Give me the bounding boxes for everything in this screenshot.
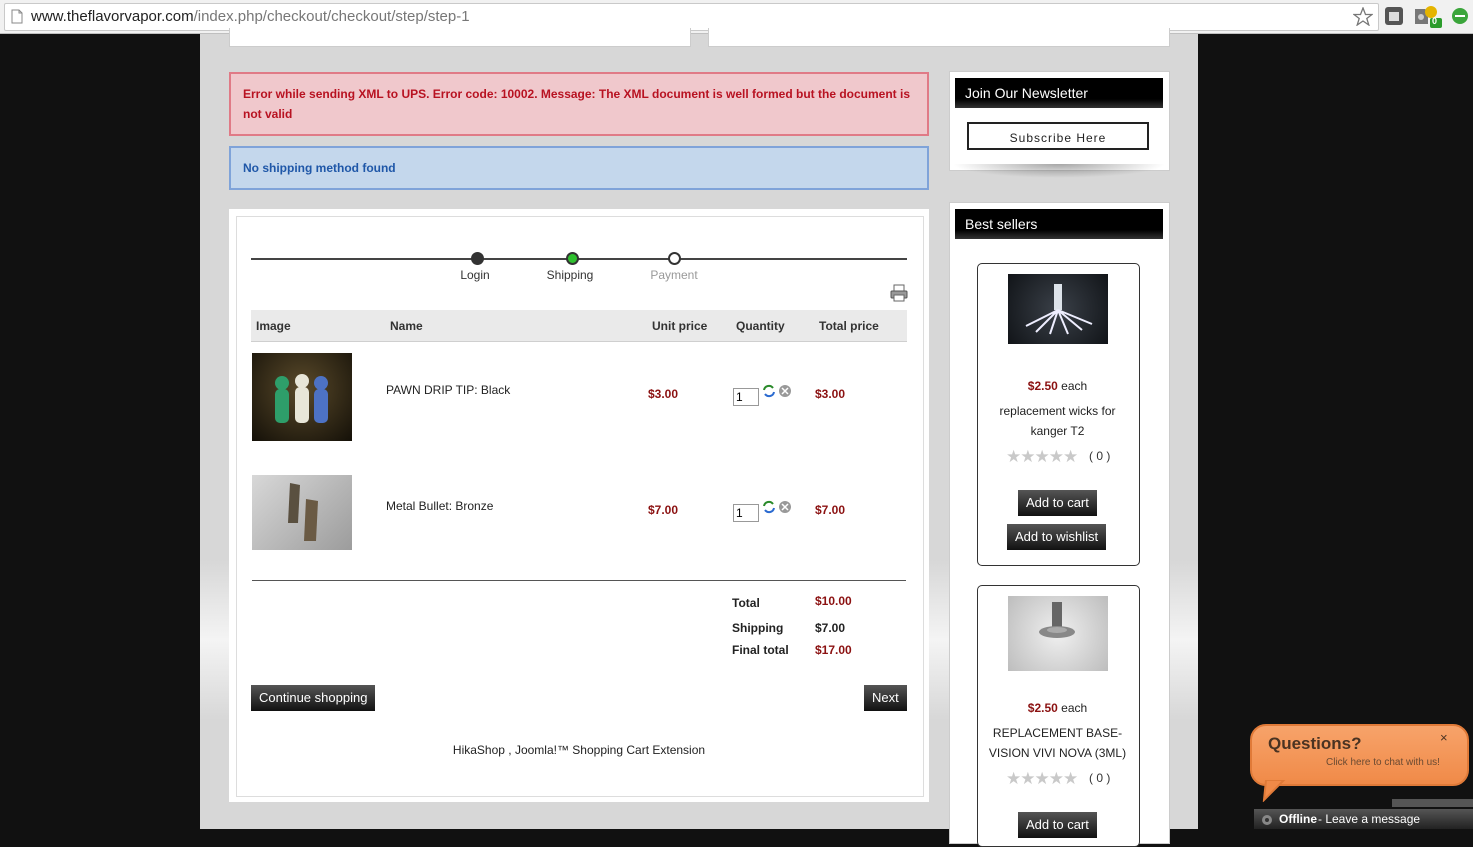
header-quantity: Quantity xyxy=(736,319,785,333)
bestseller-price: $2.50 xyxy=(1027,379,1058,393)
refresh-icon[interactable] xyxy=(762,384,776,398)
newsletter-shadow xyxy=(952,164,1166,178)
row1-unit-price: $3.00 xyxy=(648,387,679,401)
bestseller-price-line: $2.50 each xyxy=(977,376,1138,396)
row2-quantity-input[interactable] xyxy=(733,504,759,522)
final-total-value: $17.00 xyxy=(815,643,852,657)
chat-status-icon xyxy=(1262,815,1272,825)
rating-count: ( 0 ) xyxy=(1089,449,1111,463)
bestseller-image-base[interactable] xyxy=(1008,596,1108,671)
close-icon[interactable]: × xyxy=(1440,730,1448,745)
bestseller-price: $2.50 xyxy=(1027,701,1058,715)
chat-status-suffix: - Leave a message xyxy=(1318,812,1421,826)
chat-bubble[interactable]: Questions? Click here to chat with us! × xyxy=(1250,724,1469,786)
newsletter-title: Join Our Newsletter xyxy=(955,78,1163,108)
row1-name[interactable]: PAWN DRIP TIP: Black xyxy=(386,383,510,397)
offline-bar[interactable]: Offline - Leave a message xyxy=(1254,809,1473,829)
header-unit-price: Unit price xyxy=(652,319,708,333)
extension-badge: 0 xyxy=(1432,16,1438,26)
total-label: Total xyxy=(732,596,760,610)
rating-stars-icon: ★★★★★ xyxy=(1006,447,1078,466)
bestseller-name[interactable]: replacement wicks for kanger T2 xyxy=(987,401,1128,441)
green-circle-icon[interactable] xyxy=(1450,6,1470,26)
remove-icon[interactable] xyxy=(778,500,792,514)
top-left-panel xyxy=(229,28,691,47)
rating-count: ( 0 ) xyxy=(1089,771,1111,785)
totals-divider xyxy=(252,580,906,581)
final-total-label: Final total xyxy=(732,643,789,657)
product-image-bullet[interactable] xyxy=(252,475,352,550)
address-bar[interactable]: www.theflavorvapor.com/index.php/checkou… xyxy=(4,3,1379,31)
rating-stars-icon: ★★★★★ xyxy=(1006,769,1078,788)
header-image: Image xyxy=(256,319,291,333)
add-to-wishlist-button[interactable]: Add to wishlist xyxy=(1007,524,1107,550)
step-payment-dot xyxy=(668,252,681,265)
page-icon xyxy=(11,9,23,24)
header-total-price: Total price xyxy=(819,319,879,333)
refresh-icon[interactable] xyxy=(762,500,776,514)
step-shipping-label: Shipping xyxy=(546,268,594,282)
continue-shopping-button[interactable]: Continue shopping xyxy=(251,685,376,711)
step-shipping-dot xyxy=(566,252,579,265)
row1-total: $3.00 xyxy=(815,387,846,401)
row2-name[interactable]: Metal Bullet: Bronze xyxy=(386,499,493,513)
chat-strip xyxy=(1392,799,1473,807)
bestseller-price-line: $2.50 each xyxy=(977,698,1138,718)
chat-status: Offline xyxy=(1279,812,1317,826)
url-host: www.theflavorvapor.com xyxy=(31,8,194,25)
bestseller-each: each xyxy=(1061,701,1088,715)
step-login-label[interactable]: Login xyxy=(435,268,515,282)
bubble-tail-icon xyxy=(1262,780,1286,802)
extension-icon[interactable] xyxy=(1384,6,1404,26)
cart-table-header: Image Name Unit price Quantity Total pri… xyxy=(251,310,907,342)
row1-quantity-input[interactable] xyxy=(733,388,759,406)
shipping-value: $7.00 xyxy=(815,621,846,635)
row2-unit-price: $7.00 xyxy=(648,503,679,517)
step-login-dot xyxy=(471,252,484,265)
chat-subtitle: Click here to chat with us! xyxy=(1326,757,1440,768)
footer-credit[interactable]: HikaShop , Joomla!™ Shopping Cart Extens… xyxy=(251,743,907,757)
bestseller-image-wicks[interactable] xyxy=(1008,274,1108,344)
step-payment-label: Payment xyxy=(650,268,698,282)
shipping-label: Shipping xyxy=(732,621,784,635)
product-image-pawn[interactable] xyxy=(252,353,352,441)
bestseller-name[interactable]: REPLACEMENT BASE- VISION VIVI NOVA (3ML) xyxy=(987,723,1128,763)
url-text: www.theflavorvapor.com/index.php/checkou… xyxy=(31,7,470,27)
add-to-cart-button[interactable]: Add to cart xyxy=(1018,490,1097,516)
step-progress-line xyxy=(251,258,907,260)
header-name: Name xyxy=(390,319,423,333)
add-to-cart-button[interactable]: Add to cart xyxy=(1018,812,1097,838)
remove-icon[interactable] xyxy=(778,384,792,398)
star-icon[interactable] xyxy=(1353,7,1373,26)
error-message: Error while sending XML to UPS. Error co… xyxy=(229,72,929,136)
url-path: /index.php/checkout/checkout/step/step-1 xyxy=(193,8,470,25)
info-message: No shipping method found xyxy=(229,146,929,190)
row2-total: $7.00 xyxy=(815,503,846,517)
total-value: $10.00 xyxy=(815,594,852,608)
next-button[interactable]: Next xyxy=(864,685,907,711)
chat-title: Questions? xyxy=(1268,734,1362,753)
bestsellers-title: Best sellers xyxy=(955,209,1163,239)
top-right-panel xyxy=(708,28,1170,47)
print-icon[interactable] xyxy=(890,284,908,302)
subscribe-button[interactable]: Subscribe Here xyxy=(967,122,1149,150)
bestseller-each: each xyxy=(1061,379,1088,393)
